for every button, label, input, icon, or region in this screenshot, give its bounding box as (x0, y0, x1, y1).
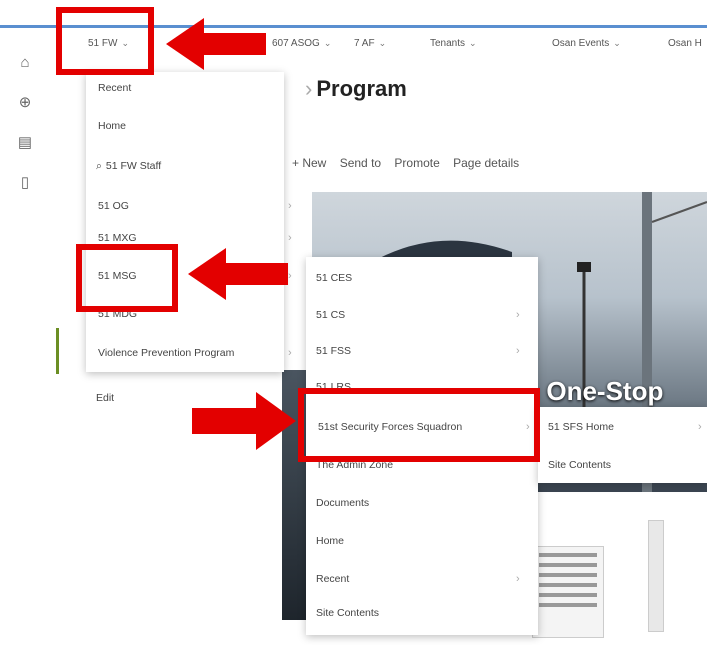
chevron-right-icon: › (516, 309, 520, 321)
menu-item-home[interactable]: Home (316, 535, 344, 547)
chevron-right-icon: › (305, 76, 313, 101)
menu-item-site-contents[interactable]: Site Contents (316, 607, 379, 619)
send-to-button[interactable]: Send to (340, 156, 381, 170)
selection-indicator (56, 328, 59, 374)
menu-item-documents[interactable]: Documents (316, 497, 369, 509)
command-bar: + New Send to Promote Page details (292, 156, 529, 170)
submenu-51sfs: 51 SFS Home › Site Contents (538, 407, 707, 483)
nav-7af[interactable]: 7 AF ⌄ (354, 38, 386, 49)
chevron-right-icon: › (288, 270, 292, 282)
highlight-box-51sfs (298, 388, 540, 462)
edit-link[interactable]: Edit (96, 392, 114, 404)
menu-item-home[interactable]: Home (98, 120, 126, 132)
arrow-right-icon (192, 392, 296, 450)
app-rail: ⌂ ⊕ ▤ ▯ (0, 28, 50, 645)
menu-item-51og[interactable]: 51 OG › (98, 200, 292, 212)
document-thumbnail[interactable] (532, 546, 604, 638)
menu-item-51mxg[interactable]: 51 MXG › (98, 232, 292, 244)
chevron-right-icon: › (288, 200, 292, 212)
menu-item-51ces[interactable]: 51 CES (316, 272, 352, 284)
page-details-button[interactable]: Page details (453, 156, 519, 170)
nav-osan-events[interactable]: Osan Events ⌄ (552, 38, 621, 49)
chevron-down-icon: ⌄ (378, 38, 387, 48)
menu-item-51fw-staff[interactable]: ⌕ 51 FW Staff (96, 160, 161, 173)
menu-item-51cs[interactable]: 51 CS › (316, 309, 520, 321)
menu-item-recent[interactable]: Recent (98, 82, 131, 94)
chevron-down-icon: ⌄ (469, 38, 477, 48)
search-icon: ⌕ (96, 160, 102, 172)
nav-osan-h[interactable]: Osan H (668, 38, 702, 49)
menu-item-recent[interactable]: Recent › (316, 573, 520, 585)
page-title: › Program (305, 76, 407, 101)
arrow-left-icon (188, 248, 288, 300)
globe-icon[interactable]: ⊕ (16, 94, 34, 112)
highlight-box-51msg (76, 244, 178, 312)
chevron-down-icon: ⌄ (613, 38, 621, 48)
nav-607asog[interactable]: 607 ASOG ⌄ (272, 38, 331, 49)
arrow-left-icon (166, 18, 266, 70)
chevron-right-icon: › (288, 347, 292, 359)
chevron-down-icon: ⌄ (323, 38, 332, 48)
promote-button[interactable]: Promote (394, 156, 439, 170)
scrollbar[interactable] (648, 520, 664, 632)
menu-item-51sfs-home[interactable]: 51 SFS Home › (548, 421, 702, 433)
chevron-right-icon: › (698, 421, 702, 433)
home-icon[interactable]: ⌂ (16, 54, 34, 72)
new-button[interactable]: + New (292, 156, 326, 170)
menu-item-51fss[interactable]: 51 FSS › (316, 345, 520, 357)
chevron-right-icon: › (516, 345, 520, 357)
highlight-box-51fw (56, 7, 154, 75)
nav-tenants[interactable]: Tenants ⌄ (430, 38, 477, 49)
news-icon[interactable]: ▤ (16, 134, 34, 152)
nav-dropdown-51fw: Recent Home ⌕ 51 FW Staff 51 OG › 51 MXG › … (86, 72, 292, 372)
chevron-right-icon: › (516, 573, 520, 585)
menu-item-violence-prevention[interactable]: Violence Prevention Program › (98, 347, 292, 359)
chevron-right-icon: › (288, 232, 292, 244)
menu-item-site-contents[interactable]: Site Contents (548, 459, 611, 471)
document-icon[interactable]: ▯ (16, 174, 34, 192)
